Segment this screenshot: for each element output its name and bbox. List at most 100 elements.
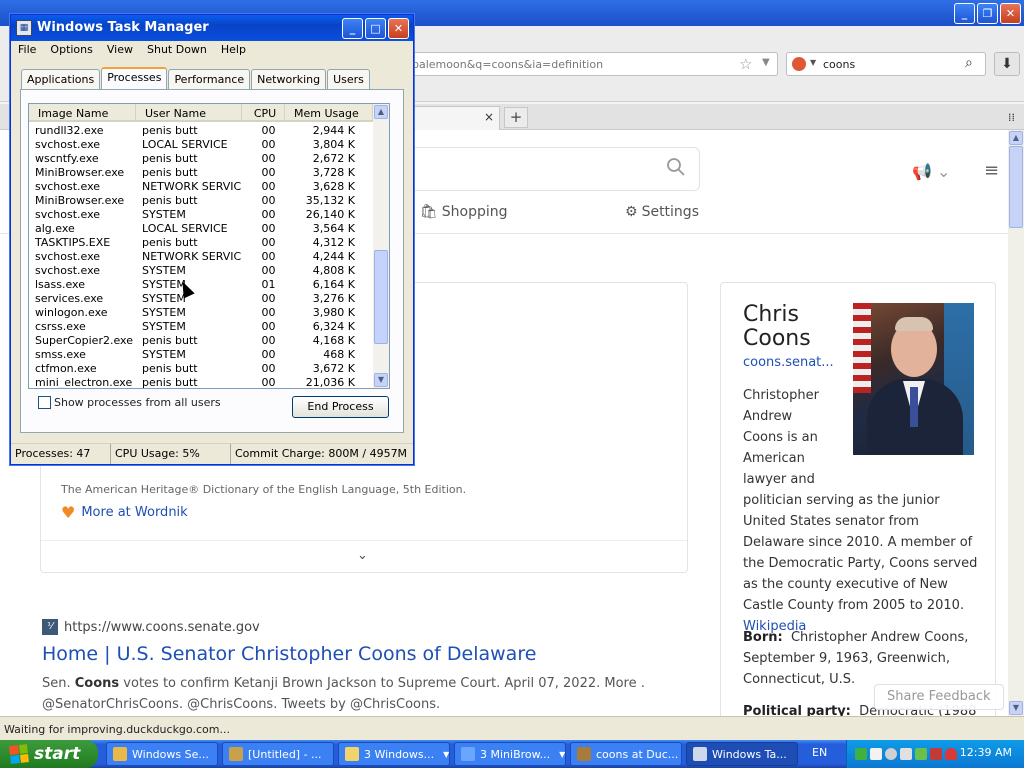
browser-window-controls: _ ❐ ✕: [954, 3, 1021, 24]
table-row[interactable]: svchost.exe LOCAL SERVICE 00 3,804 K: [29, 138, 373, 152]
share-feedback-button[interactable]: Share Feedback: [874, 684, 1004, 710]
table-row[interactable]: MiniBrowser.exe penis butt 00 3,728 K: [29, 166, 373, 180]
table-row[interactable]: rundll32.exe penis butt 00 2,944 K: [29, 124, 373, 138]
tray-app-icon[interactable]: [870, 748, 882, 760]
table-row[interactable]: svchost.exe SYSTEM 00 4,808 K: [29, 264, 373, 278]
download-button[interactable]: ⬇: [994, 52, 1020, 76]
tray-app-icon[interactable]: [930, 748, 942, 760]
scroll-down-arrow-icon[interactable]: ▼: [1009, 701, 1023, 715]
table-row[interactable]: TASKTIPS.EXE penis butt 00 4,312 K: [29, 236, 373, 250]
menu-shut-down[interactable]: Shut Down: [140, 41, 214, 59]
tab-networking[interactable]: Networking: [251, 69, 327, 89]
column-mem-usage[interactable]: Mem Usage: [285, 104, 373, 120]
table-row[interactable]: svchost.exe SYSTEM 00 26,140 K: [29, 208, 373, 222]
table-row[interactable]: svchost.exe NETWORK SERVICE 00 4,244 K: [29, 250, 373, 264]
table-row[interactable]: csrss.exe SYSTEM 00 6,324 K: [29, 320, 373, 334]
list-all-tabs-icon[interactable]: ⁞⁞: [1008, 111, 1015, 124]
scroll-thumb[interactable]: [1009, 146, 1023, 228]
search-bar[interactable]: ▼ coons ⌕: [786, 52, 986, 76]
menu-help[interactable]: Help: [214, 41, 253, 59]
column-cpu[interactable]: CPU: [242, 104, 285, 120]
taskbar-button[interactable]: 3 Windows... ▼: [338, 742, 450, 766]
taskbar-button[interactable]: coons at Duc...: [570, 742, 682, 766]
scroll-up-arrow-icon[interactable]: ▲: [1009, 131, 1023, 145]
scroll-thumb[interactable]: [374, 250, 388, 344]
page-scrollbar[interactable]: ▲ ▼: [1008, 130, 1024, 716]
us-flag: [853, 303, 871, 393]
start-button[interactable]: start: [0, 740, 98, 768]
end-process-button[interactable]: End Process: [292, 396, 389, 418]
process-name: alg.exe: [35, 222, 75, 235]
official-site-link[interactable]: coons.senat...: [743, 355, 834, 370]
process-mem: 4,312 K: [312, 236, 355, 249]
scroll-down-arrow-icon[interactable]: ▼: [374, 373, 388, 387]
process-cpu: 00: [261, 334, 276, 347]
tab-applications[interactable]: Applications: [21, 69, 101, 89]
tray-app-icon[interactable]: [885, 748, 897, 760]
tab-ddg[interactable]: ×: [405, 106, 500, 130]
language-indicator[interactable]: EN: [812, 746, 827, 759]
process-mem: 3,804 K: [312, 138, 355, 151]
new-tab-button[interactable]: +: [504, 107, 528, 128]
search-icon[interactable]: ⌕: [965, 55, 973, 71]
restore-button[interactable]: ❐: [977, 3, 998, 24]
tray-app-icon[interactable]: [900, 748, 912, 760]
table-row[interactable]: ctfmon.exe penis butt 00 3,672 K: [29, 362, 373, 376]
chevron-down-icon[interactable]: ⌄: [357, 548, 368, 563]
ddg-search-input[interactable]: [385, 147, 700, 191]
table-row[interactable]: SuperCopier2.exe penis butt 00 4,168 K: [29, 334, 373, 348]
search-icon[interactable]: [666, 157, 686, 177]
tab-close-icon[interactable]: ×: [484, 110, 494, 124]
menu-view[interactable]: View: [100, 41, 140, 59]
address-bar[interactable]: palemoon&q=coons&ia=definition ☆ ▼: [405, 52, 778, 76]
taskbar-button[interactable]: 3 MiniBrow... ▼: [454, 742, 566, 766]
table-row[interactable]: wscntfy.exe penis butt 00 2,672 K: [29, 152, 373, 166]
checkbox-box[interactable]: [38, 396, 51, 409]
clock[interactable]: 12:39 AM: [960, 746, 1012, 759]
tab-users[interactable]: Users: [327, 69, 370, 89]
table-row[interactable]: alg.exe LOCAL SERVICE 00 3,564 K: [29, 222, 373, 236]
close-button[interactable]: ✕: [1000, 3, 1021, 24]
hamburger-menu-icon[interactable]: ≡: [984, 160, 999, 181]
table-row[interactable]: MiniBrowser.exe penis butt 00 35,132 K: [29, 194, 373, 208]
taskbar-button[interactable]: [Untitled] - ...: [222, 742, 334, 766]
nav-shopping[interactable]: 🛍 Shopping: [420, 204, 508, 220]
engine-dropdown-icon[interactable]: ▼: [810, 58, 816, 67]
tab-performance[interactable]: Performance: [168, 69, 251, 89]
bookmark-star-icon[interactable]: ☆: [739, 55, 752, 73]
duckduckgo-engine-icon[interactable]: [792, 57, 806, 71]
table-row[interactable]: smss.exe SYSTEM 00 468 K: [29, 348, 373, 362]
column-image-name[interactable]: Image Name: [29, 104, 136, 120]
task-manager-titlebar[interactable]: ▦ Windows Task Manager _ □ ✕: [11, 15, 413, 41]
maximize-button[interactable]: □: [365, 18, 386, 39]
nav-settings[interactable]: ⚙ Settings: [625, 204, 699, 220]
security-shield-icon[interactable]: [945, 748, 957, 760]
more-at-wordnik-link[interactable]: ♥ More at Wordnik: [61, 503, 188, 522]
minimize-button[interactable]: _: [954, 3, 975, 24]
tray-app-icon[interactable]: [855, 748, 867, 760]
menu-options[interactable]: Options: [43, 41, 99, 59]
history-dropdown-icon[interactable]: ▼: [762, 57, 770, 68]
table-row[interactable]: winlogon.exe SYSTEM 00 3,980 K: [29, 306, 373, 320]
minimize-button[interactable]: _: [342, 18, 363, 39]
result-url[interactable]: ⅟ https://www.coons.senate.gov: [42, 619, 682, 635]
result-title-link[interactable]: Home | U.S. Senator Christopher Coons of…: [42, 643, 682, 665]
process-mem: 3,728 K: [312, 166, 355, 179]
table-row[interactable]: services.exe SYSTEM 00 3,276 K: [29, 292, 373, 306]
column-user-name[interactable]: User Name: [136, 104, 242, 120]
table-row[interactable]: lsass.exe SYSTEM 01 6,164 K: [29, 278, 373, 292]
table-row[interactable]: mini_electron.exe penis butt 00 21,036 K: [29, 376, 373, 388]
scroll-up-arrow-icon[interactable]: ▲: [374, 105, 388, 119]
tray-app-icon[interactable]: [915, 748, 927, 760]
process-list[interactable]: Image Name User Name CPU Mem Usage rundll32…: [28, 103, 390, 389]
taskbar-button[interactable]: Windows Se...: [106, 742, 218, 766]
taskbar-button[interactable]: Windows Ta...: [686, 742, 798, 766]
table-row[interactable]: svchost.exe NETWORK SERVICE 00 3,628 K: [29, 180, 373, 194]
close-button[interactable]: ✕: [388, 18, 409, 39]
megaphone-icon[interactable]: 📢 ⌄: [912, 162, 950, 181]
show-all-users-checkbox[interactable]: Show processes from all users: [38, 396, 221, 409]
tab-processes[interactable]: Processes: [101, 67, 168, 89]
menu-file[interactable]: File: [11, 41, 43, 59]
taskbar-button-label: [Untitled] - ...: [248, 747, 322, 761]
process-list-scrollbar[interactable]: ▲ ▼: [373, 104, 389, 388]
